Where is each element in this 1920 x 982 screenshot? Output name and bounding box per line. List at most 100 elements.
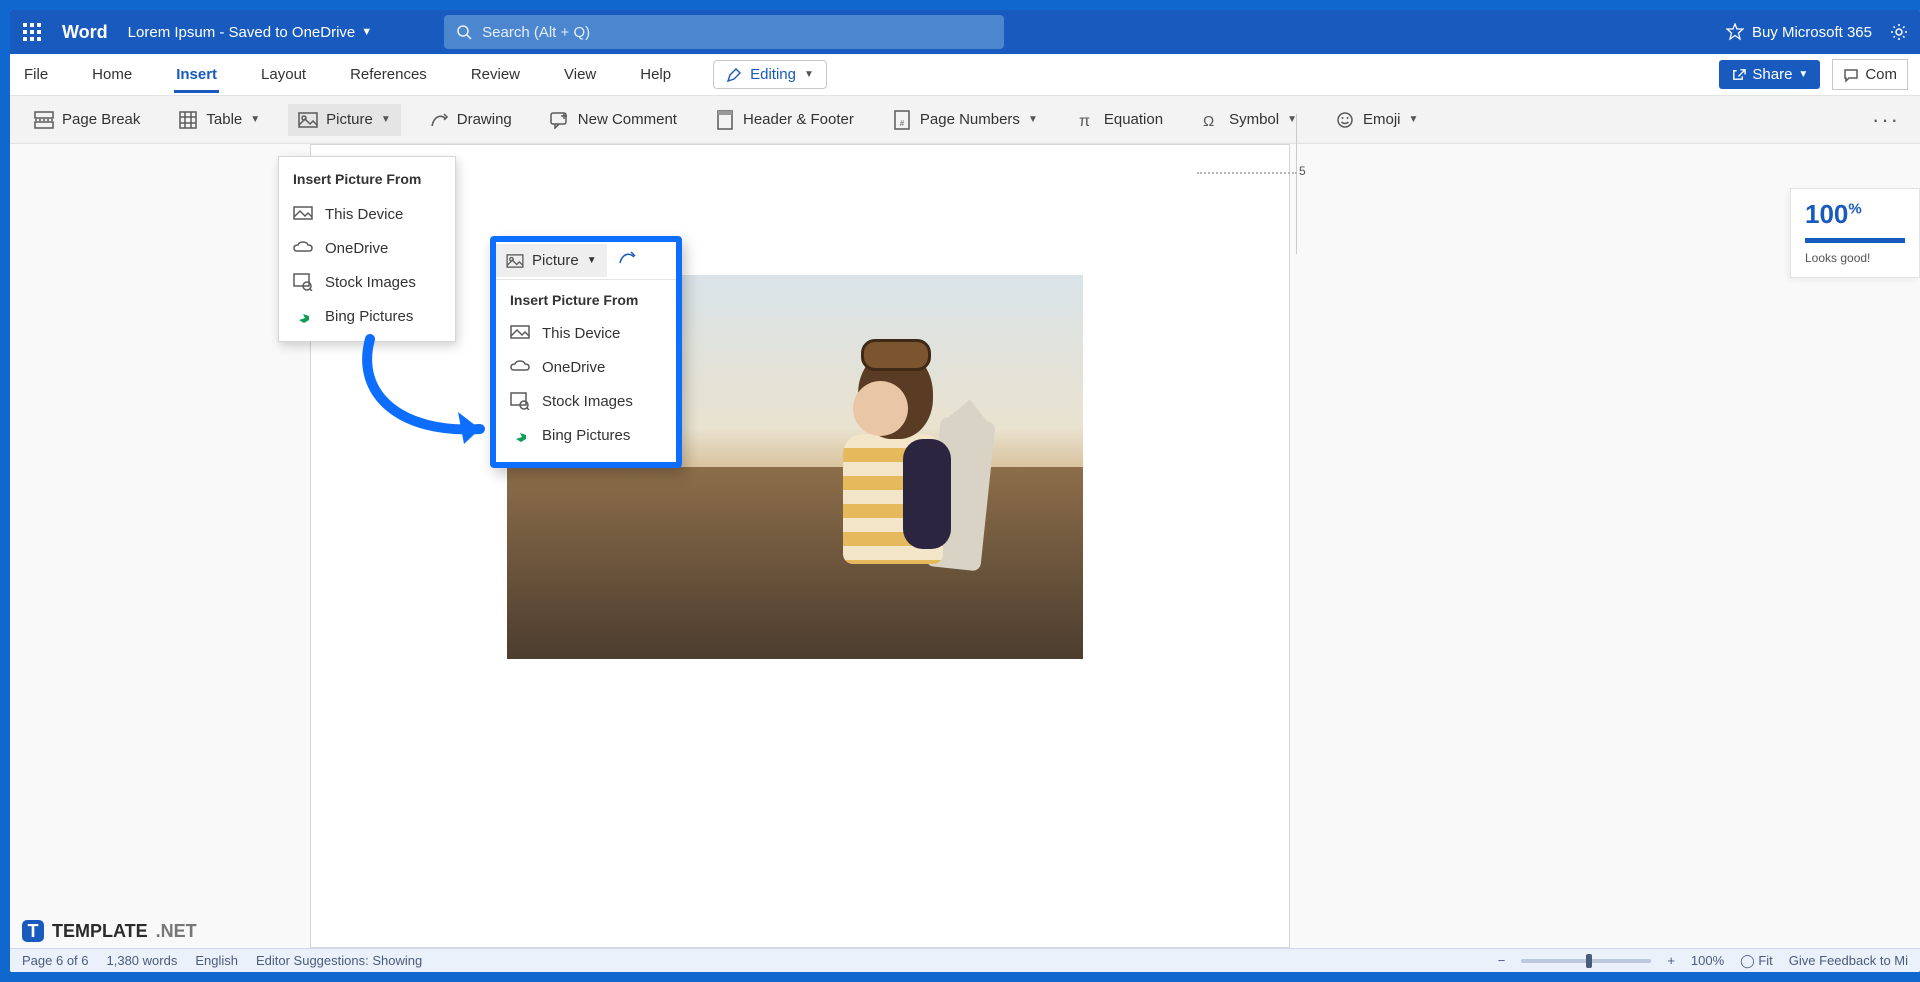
page-break-label: Page Break (62, 111, 140, 128)
picture-icon (298, 110, 318, 130)
picture-button[interactable]: Picture ▼ (288, 104, 401, 136)
device-icon (510, 324, 530, 342)
stock-images-icon (510, 392, 530, 410)
tab-home[interactable]: Home (90, 56, 134, 93)
editor-score-message: Looks good! (1805, 251, 1905, 265)
tab-file[interactable]: File (22, 56, 50, 93)
page-numbers-icon: # (892, 110, 912, 130)
svg-text:#: # (900, 119, 905, 128)
tab-help[interactable]: Help (638, 56, 673, 93)
editing-label: Editing (750, 66, 796, 83)
dropdown-item-bing-pictures[interactable]: Bing Pictures (279, 299, 455, 333)
app-name: Word (62, 22, 108, 43)
popover-picture-button[interactable]: Picture ▼ (496, 244, 607, 277)
zoom-slider[interactable] (1521, 959, 1651, 963)
zoom-in-button[interactable]: + (1667, 953, 1675, 968)
page-numbers-button[interactable]: # Page Numbers ▼ (882, 104, 1048, 136)
dropdown-item-onedrive[interactable]: OneDrive (279, 231, 455, 265)
document-page[interactable] (310, 144, 1290, 948)
new-comment-label: New Comment (578, 111, 677, 128)
fit-button[interactable]: ◯ Fit (1740, 953, 1773, 969)
emoji-label: Emoji (1363, 111, 1401, 128)
bing-icon (293, 307, 313, 325)
status-page[interactable]: Page 6 of 6 (22, 953, 89, 968)
popover-draw-button[interactable] (607, 242, 647, 279)
insert-ribbon: Page Break Table ▼ Picture ▼ Drawing New… (10, 96, 1920, 144)
table-button[interactable]: Table ▼ (168, 104, 270, 136)
tab-view[interactable]: View (562, 56, 598, 93)
buy-microsoft-365-button[interactable]: Buy Microsoft 365 (1726, 23, 1872, 41)
page-break-button[interactable]: Page Break (24, 104, 150, 136)
tab-references[interactable]: References (348, 56, 429, 93)
header-footer-button[interactable]: Header & Footer (705, 104, 864, 136)
popover-picture-label: Picture (532, 252, 579, 269)
table-label: Table (206, 111, 242, 128)
editor-score-bar (1805, 238, 1905, 243)
popover-item-onedrive[interactable]: OneDrive (496, 350, 676, 384)
dropdown-item-this-device[interactable]: This Device (279, 197, 455, 231)
zoom-percent[interactable]: 100% (1691, 953, 1724, 968)
picture-popover-highlight: Picture ▼ Insert Picture From This Devic… (490, 236, 682, 468)
popover-header: Insert Picture From (496, 290, 676, 316)
chevron-down-icon: ▼ (361, 26, 372, 38)
document-area: 5 100% Looks good! Insert Picture From T… (10, 144, 1920, 948)
header-footer-icon (715, 110, 735, 130)
picture-dropdown: Insert Picture From This Device OneDrive… (278, 156, 456, 342)
device-icon (293, 205, 313, 223)
share-button[interactable]: Share ▼ (1719, 60, 1820, 89)
header-footer-label: Header & Footer (743, 111, 854, 128)
chevron-down-icon: ▼ (1798, 69, 1808, 80)
onedrive-icon (293, 239, 313, 257)
share-label: Share (1752, 66, 1792, 83)
comment-plus-icon (550, 110, 570, 130)
ribbon-overflow-button[interactable]: ··· (1866, 107, 1906, 133)
popover-item-this-device[interactable]: This Device (496, 316, 676, 350)
chevron-down-icon: ▼ (1409, 114, 1419, 125)
symbol-label: Symbol (1229, 111, 1279, 128)
onedrive-icon (510, 358, 530, 376)
status-editor-suggestions[interactable]: Editor Suggestions: Showing (256, 953, 422, 968)
picture-label: Picture (326, 111, 373, 128)
template-net-logo-icon: T (22, 920, 44, 942)
buy-365-label: Buy Microsoft 365 (1752, 24, 1872, 41)
tab-insert[interactable]: Insert (174, 56, 219, 93)
status-language[interactable]: English (195, 953, 238, 968)
tab-layout[interactable]: Layout (259, 56, 308, 93)
search-input[interactable]: Search (Alt + Q) (444, 15, 1004, 49)
equation-icon: π (1076, 110, 1096, 130)
template-net-watermark: T TEMPLATE.NET (22, 920, 197, 942)
chevron-down-icon: ▼ (1028, 114, 1038, 125)
popover-item-stock-images[interactable]: Stock Images (496, 384, 676, 418)
drawing-icon (429, 110, 449, 130)
emoji-button[interactable]: Emoji ▼ (1325, 104, 1428, 136)
status-bar: Page 6 of 6 1,380 words English Editor S… (10, 948, 1920, 972)
editor-score-panel[interactable]: 100% Looks good! (1790, 188, 1920, 278)
bing-icon (510, 426, 530, 444)
settings-gear-icon[interactable] (1886, 19, 1912, 45)
ruler-mark: 5 (1299, 164, 1306, 178)
feedback-link[interactable]: Give Feedback to Mi (1789, 953, 1908, 968)
comments-button[interactable]: Com (1832, 59, 1908, 90)
popover-item-bing-pictures[interactable]: Bing Pictures (496, 418, 676, 452)
app-launcher-icon[interactable] (18, 18, 46, 46)
drawing-button[interactable]: Drawing (419, 104, 522, 136)
editing-mode-button[interactable]: Editing ▼ (713, 60, 827, 89)
symbol-button[interactable]: Ω Symbol ▼ (1191, 104, 1307, 136)
chevron-down-icon: ▼ (381, 114, 391, 125)
document-title-label: Lorem Ipsum - Saved to OneDrive (128, 24, 356, 41)
status-word-count[interactable]: 1,380 words (107, 953, 178, 968)
dropdown-item-stock-images[interactable]: Stock Images (279, 265, 455, 299)
new-comment-button[interactable]: New Comment (540, 104, 687, 136)
emoji-icon (1335, 110, 1355, 130)
svg-text:π: π (1079, 113, 1090, 129)
tab-review[interactable]: Review (469, 56, 522, 93)
document-title[interactable]: Lorem Ipsum - Saved to OneDrive ▼ (128, 24, 372, 41)
equation-button[interactable]: π Equation (1066, 104, 1173, 136)
svg-text:Ω: Ω (1203, 113, 1214, 129)
symbol-icon: Ω (1201, 110, 1221, 130)
page-break-icon (34, 110, 54, 130)
dropdown-header: Insert Picture From (279, 167, 455, 197)
title-bar: Word Lorem Ipsum - Saved to OneDrive ▼ S… (10, 10, 1920, 54)
zoom-out-button[interactable]: − (1498, 953, 1506, 968)
tab-bar: File Home Insert Layout References Revie… (10, 54, 1920, 96)
